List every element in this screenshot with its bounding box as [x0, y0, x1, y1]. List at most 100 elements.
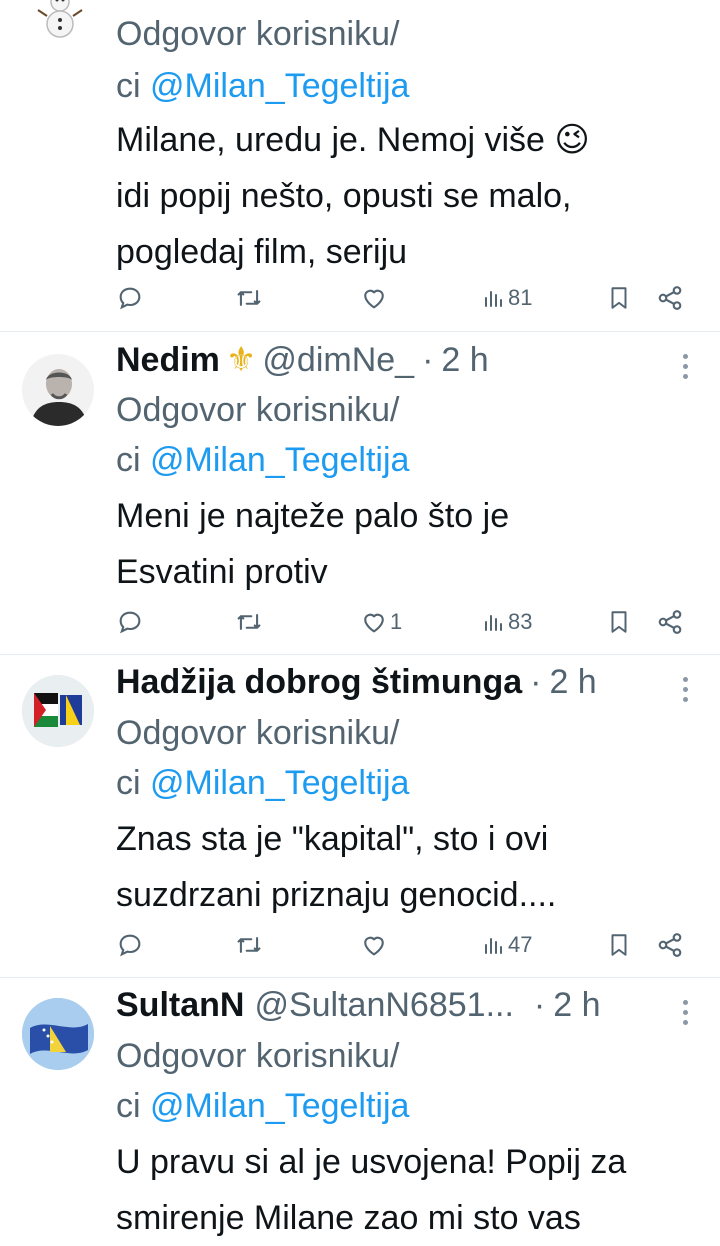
- tweet-text: Milane, uredu je. Nemoj više 😉 idi popij…: [116, 112, 700, 280]
- reply-icon: [119, 611, 141, 634]
- reply-icon: [119, 287, 141, 310]
- tweet-text-line: Esvatini protiv: [116, 553, 328, 591]
- reply-context: Odgovor korisniku/: [116, 384, 399, 436]
- separator-dot: ·: [530, 663, 542, 701]
- share-icon: [658, 286, 682, 310]
- retweet-icon: [237, 937, 261, 953]
- tweet-text-line: Znas sta je "kapital", sto i ovi: [116, 820, 549, 858]
- reply-icon: [119, 934, 141, 957]
- timestamp[interactable]: 2 h: [441, 341, 488, 380]
- tweet-text-line: suzdrzani priznaju genocid....: [116, 876, 557, 914]
- heart-icon: [364, 936, 384, 956]
- more-dot-icon: [682, 374, 688, 379]
- snowman-icon: [37, 0, 83, 38]
- bookmark-icon: [611, 287, 627, 309]
- mention-link[interactable]: @Milan_Tegeltija: [150, 67, 409, 105]
- tweet-header: SultanN @SultanN6851... · 2 h: [116, 986, 601, 1036]
- avatar-snowman[interactable]: [30, 0, 90, 40]
- display-name[interactable]: SultanN: [116, 986, 244, 1025]
- views-button[interactable]: 47: [482, 925, 532, 965]
- retweet-icon: [237, 290, 261, 306]
- more-dot-icon: [682, 677, 688, 682]
- retweet-icon: [237, 614, 261, 630]
- tweet-4[interactable]: SultanN @SultanN6851... · 2 h Odgovor ko…: [0, 978, 720, 1242]
- retweet-button[interactable]: [234, 602, 264, 642]
- mention-link[interactable]: @Milan_Tegeltija: [150, 1087, 409, 1125]
- tweet-text-line: pogledaj film, seriju: [116, 233, 408, 271]
- views-icon: [485, 615, 502, 631]
- avatar[interactable]: [22, 354, 94, 426]
- fleur-de-lis-icon: ⚜: [225, 341, 257, 379]
- tweet-text-line: idi popij nešto, opusti se malo,: [116, 177, 572, 215]
- views-count: 81: [508, 285, 533, 310]
- views-icon: [485, 291, 502, 307]
- bookmark-button[interactable]: [606, 925, 632, 965]
- more-dot-icon: [682, 687, 688, 692]
- reply-context: Odgovor korisniku/: [116, 8, 399, 60]
- tweet-2[interactable]: Nedim ⚜ @dimNe_ · 2 h Odgovor korisniku/…: [0, 332, 720, 654]
- reply-context-line2: ci @Milan_Tegeltija: [116, 757, 409, 809]
- like-button[interactable]: [360, 278, 388, 318]
- tweet-header: Nedim ⚜ @dimNe_ · 2 h: [116, 340, 489, 390]
- bookmark-button[interactable]: [606, 278, 632, 318]
- display-name[interactable]: Hadžija dobrog štimunga: [116, 663, 522, 702]
- reply-context-line2: ci @Milan_Tegeltija: [116, 60, 409, 112]
- mention-link[interactable]: @Milan_Tegeltija: [150, 441, 409, 479]
- more-dot-icon: [682, 697, 688, 702]
- reply-button[interactable]: [116, 602, 144, 642]
- avatar[interactable]: [22, 998, 94, 1070]
- person-photo-icon: [22, 354, 94, 426]
- separator-dot: ·: [422, 341, 434, 379]
- reply-prefix-2: ci: [116, 441, 141, 479]
- bookmark-button[interactable]: [606, 602, 632, 642]
- more-dot-icon: [682, 1000, 688, 1005]
- share-button[interactable]: [656, 602, 684, 642]
- bookmark-icon: [611, 934, 627, 956]
- tweet-text: Znas sta je "kapital", sto i ovi suzdrza…: [116, 811, 700, 923]
- tweet-1[interactable]: Odgovor korisniku/ ci @Milan_Tegeltija M…: [0, 0, 720, 331]
- like-button[interactable]: 1: [360, 602, 402, 642]
- separator-dot: ·: [533, 986, 546, 1024]
- display-name[interactable]: Nedim: [116, 341, 220, 380]
- share-icon: [658, 610, 682, 634]
- share-button[interactable]: [656, 278, 684, 318]
- tweet-text-line: Milane, uredu je. Nemoj više 😉: [116, 121, 590, 159]
- user-handle[interactable]: @SultanN6851...: [254, 986, 513, 1025]
- reply-button[interactable]: [116, 278, 144, 318]
- heart-icon: [364, 289, 384, 309]
- tweet-text-line: Meni je najteže palo što je: [116, 497, 510, 535]
- reply-context: Odgovor korisniku/: [116, 1030, 399, 1082]
- views-count: 47: [508, 932, 533, 957]
- views-button[interactable]: 83: [482, 602, 532, 642]
- more-dot-icon: [682, 1020, 688, 1025]
- reply-prefix-2: ci: [116, 764, 141, 802]
- reply-prefix: Odgovor korisniku/: [116, 15, 400, 53]
- tweet-3[interactable]: Hadžija dobrog štimunga · 2 h Odgovor ko…: [0, 655, 720, 977]
- tweet-text: Meni je najteže palo što je Esvatini pro…: [116, 488, 700, 600]
- bookmark-icon: [611, 611, 627, 633]
- share-button[interactable]: [656, 925, 684, 965]
- timestamp[interactable]: 2 h: [549, 663, 596, 702]
- reply-button[interactable]: [116, 925, 144, 965]
- heart-icon: [364, 613, 384, 633]
- avatar[interactable]: [22, 675, 94, 747]
- mention-link[interactable]: @Milan_Tegeltija: [150, 764, 409, 802]
- more-options-button[interactable]: [680, 354, 690, 379]
- more-dot-icon: [682, 364, 688, 369]
- retweet-button[interactable]: [234, 925, 264, 965]
- more-dot-icon: [682, 1010, 688, 1015]
- more-options-button[interactable]: [680, 677, 690, 702]
- views-button[interactable]: 81: [482, 278, 532, 318]
- like-count: 1: [390, 609, 403, 634]
- user-handle[interactable]: @dimNe_: [262, 341, 414, 380]
- tweet-text-line: U pravu si al je usvojena! Popij za: [116, 1143, 627, 1181]
- more-options-button[interactable]: [680, 1000, 690, 1025]
- reply-prefix: Odgovor korisniku/: [116, 1037, 400, 1075]
- share-icon: [658, 933, 682, 957]
- timestamp[interactable]: 2 h: [553, 986, 600, 1025]
- reply-prefix: Odgovor korisniku/: [116, 391, 400, 429]
- tweet-text: U pravu si al je usvojena! Popij za smir…: [116, 1134, 700, 1246]
- tweet-header: Hadžija dobrog štimunga · 2 h: [116, 663, 597, 713]
- like-button[interactable]: [360, 925, 388, 965]
- retweet-button[interactable]: [234, 278, 264, 318]
